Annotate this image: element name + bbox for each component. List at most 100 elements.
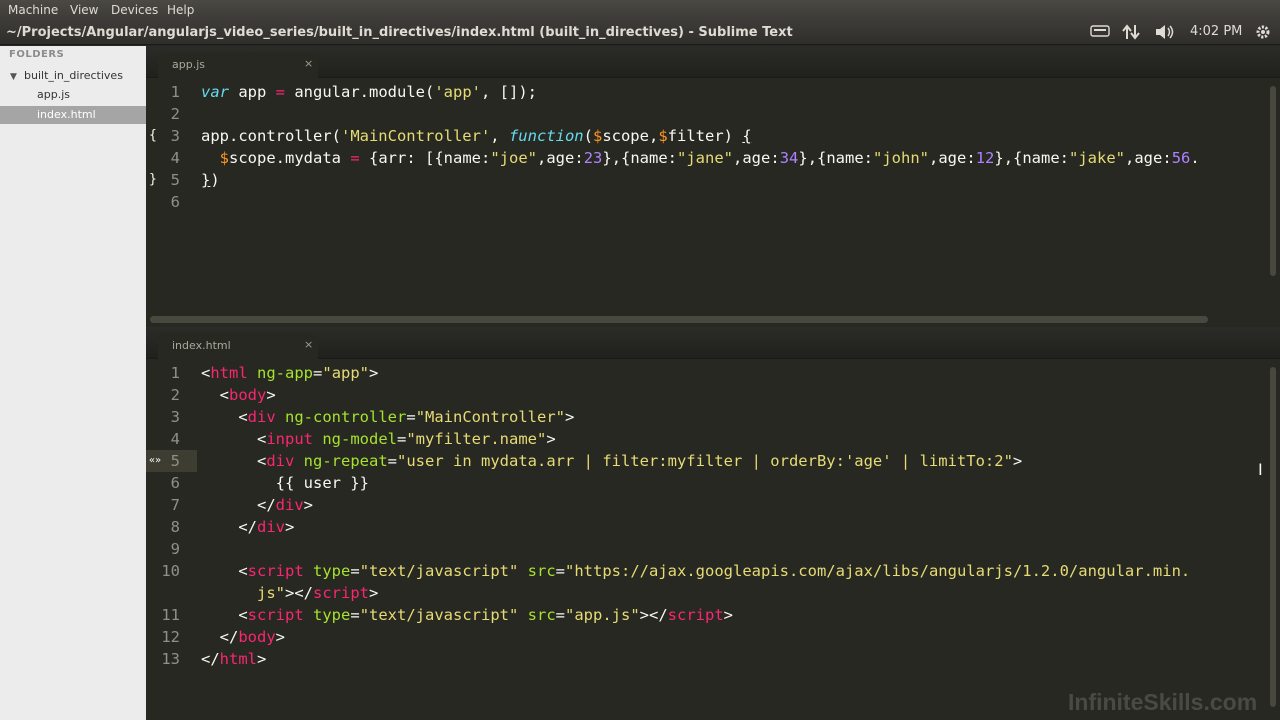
folder-label: built_in_directives — [24, 69, 123, 82]
line-number: 5 — [170, 171, 180, 189]
code-token: script — [247, 606, 304, 624]
code-area[interactable]: 1 <html ng-app="app"> 2 <body> 3 <div ng-… — [146, 362, 1266, 670]
code-line[interactable]: 1 <html ng-app="app"> — [146, 362, 1266, 384]
code-token: div — [275, 496, 304, 514]
volume-icon[interactable] — [1154, 24, 1174, 44]
line-number: 13 — [161, 650, 180, 668]
menu-devices[interactable]: Devices — [111, 3, 158, 17]
code-line[interactable]: 12 </body> — [146, 626, 1266, 648]
code-text[interactable]: js"></script> — [201, 582, 378, 604]
code-text[interactable]: }) — [201, 169, 220, 191]
code-text[interactable]: <script type="text/javascript" src="http… — [201, 560, 1190, 582]
title-bar: ~/Projects/Angular/angularjs_video_serie… — [0, 20, 1280, 45]
code-text[interactable]: <script type="text/javascript" src="app.… — [201, 604, 733, 626]
tab-label: app.js — [172, 58, 205, 71]
editor-pane-index-html[interactable]: index.html × 1 <html ng-app="app"> 2 <bod… — [146, 327, 1280, 720]
code-line[interactable]: js"></script> — [146, 582, 1266, 604]
sidebar-file-app-js[interactable]: app.js — [0, 86, 146, 104]
sidebar-file-index-html[interactable]: index.html — [0, 106, 146, 124]
triangle-down-icon[interactable]: ▼ — [10, 72, 24, 82]
code-line[interactable]: 4 <input ng-model="myfilter.name"> — [146, 428, 1266, 450]
tab-bar: app.js × — [146, 46, 1280, 78]
code-token: 56 — [1171, 149, 1191, 167]
menu-machine[interactable]: Machine — [8, 3, 58, 17]
code-text[interactable]: <input ng-model="myfilter.name"> — [201, 428, 556, 450]
code-line[interactable]: {3 app.controller('MainController', funct… — [146, 125, 1266, 147]
menu-view[interactable]: View — [70, 3, 98, 17]
code-line[interactable]: } 5}) — [146, 169, 1266, 191]
code-line[interactable]: 4 $scope.mydata = {arr: [{name:"joe",age… — [146, 147, 1266, 169]
code-token: "https://ajax.googleapis.com/ajax/libs/a… — [565, 562, 1191, 580]
code-text[interactable]: <body> — [201, 384, 276, 406]
close-icon[interactable]: × — [304, 338, 313, 351]
line-number: 3 — [170, 127, 180, 145]
code-token: ng-model — [322, 430, 397, 448]
code-line[interactable]: 9 — [146, 538, 1266, 560]
vertical-scrollbar[interactable] — [1270, 86, 1276, 276]
code-token: script — [667, 606, 724, 624]
tab-app-js[interactable]: app.js × — [158, 52, 318, 78]
code-token: script — [247, 562, 304, 580]
code-area[interactable]: 1 var app = angular.module('app', []); 2 … — [146, 81, 1266, 213]
code-line[interactable]: «» 5 <div ng-repeat="user in mydata.arr |… — [146, 450, 1266, 472]
code-token: 34 — [779, 149, 799, 167]
code-text[interactable]: </div> — [201, 494, 313, 516]
code-line[interactable]: 8 </div> — [146, 516, 1266, 538]
code-line[interactable]: 2 — [146, 103, 1266, 125]
line-number: 11 — [161, 606, 180, 624]
code-line[interactable]: 3 <div ng-controller="MainController"> — [146, 406, 1266, 428]
code-line[interactable]: 6 {{ user }} — [146, 472, 1266, 494]
code-line[interactable]: 7 </div> — [146, 494, 1266, 516]
close-icon[interactable]: × — [304, 57, 313, 70]
line-number: 8 — [170, 518, 180, 536]
sidebar-folder[interactable]: ▼ built_in_directives — [10, 69, 140, 82]
code-token: type — [313, 562, 351, 580]
code-token: $ — [658, 127, 668, 145]
code-line[interactable]: 13 </html> — [146, 648, 1266, 670]
code-text[interactable]: </html> — [201, 648, 266, 670]
code-text[interactable]: var app = angular.module('app', []); — [201, 81, 537, 103]
code-token: html — [210, 364, 248, 382]
code-text[interactable]: </body> — [201, 626, 285, 648]
menu-help[interactable]: Help — [167, 3, 194, 17]
code-text[interactable]: <div ng-controller="MainController"> — [201, 406, 574, 428]
code-token: 'MainController' — [340, 127, 491, 145]
code-token: "text/javascript" — [359, 562, 519, 580]
code-token: src — [527, 562, 556, 580]
clock[interactable]: 4:02 PM — [1190, 24, 1242, 39]
code-token: 23 — [583, 149, 603, 167]
code-text[interactable]: $scope.mydata = {arr: [{name:"joe",age:2… — [201, 147, 1200, 169]
line-number: 9 — [170, 540, 180, 558]
keyboard-icon[interactable] — [1090, 24, 1110, 42]
code-text[interactable]: </div> — [201, 516, 294, 538]
tab-index-html[interactable]: index.html × — [158, 333, 318, 359]
editor-pane-app-js[interactable]: app.js × 1 var app = angular.module('app'… — [146, 46, 1280, 326]
code-token: "MainController" — [415, 408, 565, 426]
gear-icon[interactable] — [1255, 24, 1271, 44]
code-token: body — [238, 628, 276, 646]
line-number: 2 — [170, 105, 180, 123]
code-text[interactable]: <html ng-app="app"> — [201, 362, 378, 384]
code-token: html — [219, 650, 257, 668]
code-text[interactable]: <div ng-repeat="user in mydata.arr | fil… — [201, 450, 1022, 472]
vertical-scrollbar[interactable] — [1270, 367, 1276, 707]
horizontal-scrollbar[interactable] — [150, 316, 1208, 323]
code-token: js" — [257, 584, 285, 602]
code-token: "john" — [873, 149, 930, 167]
menu-bar: Machine View Devices Help — [0, 0, 1280, 20]
text-cursor-icon: I — [1258, 460, 1263, 479]
code-line[interactable]: 6 — [146, 191, 1266, 213]
code-line[interactable]: 11 <script type="text/javascript" src="a… — [146, 604, 1266, 626]
code-text[interactable]: app.controller('MainController', functio… — [201, 125, 752, 147]
code-line[interactable]: 10 <script type="text/javascript" src="h… — [146, 560, 1266, 582]
line-number: 12 — [161, 628, 180, 646]
network-icon[interactable] — [1122, 24, 1140, 44]
code-line[interactable]: 1 var app = angular.module('app', []); — [146, 81, 1266, 103]
code-token: } — [201, 171, 211, 189]
line-number: 1 — [170, 83, 180, 101]
code-token: script — [313, 584, 369, 602]
code-token: 12 — [975, 149, 995, 167]
code-line[interactable]: 2 <body> — [146, 384, 1266, 406]
code-text[interactable]: {{ user }} — [201, 472, 369, 494]
line-number: 6 — [170, 474, 180, 492]
